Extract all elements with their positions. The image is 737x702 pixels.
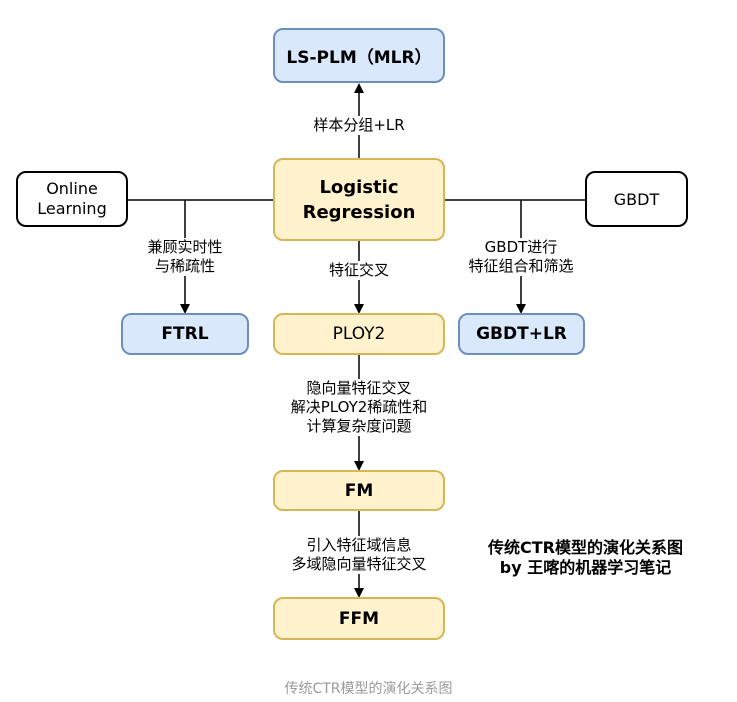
- edge-label-to-fm: 隐向量特征交叉 解决PLOY2稀疏性和 计算复杂度问题: [274, 379, 444, 436]
- node-ffm-label: FFM: [338, 608, 380, 629]
- node-logistic-regression-label: Logistic Regression: [302, 176, 416, 223]
- node-ploy2: PLOY2: [273, 313, 445, 355]
- node-gbdt-label: GBDT: [613, 189, 660, 209]
- node-ploy2-label: PLOY2: [332, 324, 386, 344]
- diagram-note: 传统CTR模型的演化关系图 by 王喀的机器学习笔记: [473, 538, 698, 578]
- node-ftrl: FTRL: [121, 313, 249, 355]
- node-online-learning-label: Online Learning: [37, 179, 107, 218]
- note-line-2: by 王喀的机器学习笔记: [499, 558, 672, 577]
- node-fm-label: FM: [344, 480, 374, 501]
- node-ffm: FFM: [273, 597, 445, 640]
- figure-caption: 传统CTR模型的演化关系图: [284, 681, 453, 697]
- node-gbdt-lr: GBDT+LR: [458, 313, 585, 355]
- node-ls-plm-label: LS-PLM（MLR）: [286, 48, 432, 68]
- node-gbdt-lr-label: GBDT+LR: [476, 324, 567, 344]
- note-line-1: 传统CTR模型的演化关系图: [488, 538, 683, 557]
- node-online-learning: Online Learning: [16, 171, 128, 227]
- edge-label-to-ploy2: 特征交叉: [319, 261, 399, 280]
- node-fm: FM: [273, 470, 445, 511]
- edge-label-to-ls-plm: 样本分组+LR: [304, 116, 414, 135]
- edge-label-to-gbdt-lr: GBDT进行 特征组合和筛选: [458, 238, 584, 276]
- node-ftrl-label: FTRL: [161, 324, 209, 344]
- node-logistic-regression: Logistic Regression: [273, 158, 445, 241]
- node-gbdt: GBDT: [585, 171, 688, 227]
- edge-label-to-ffm: 引入特征域信息 多域隐向量特征交叉: [280, 536, 438, 574]
- node-ls-plm: LS-PLM（MLR）: [273, 28, 445, 83]
- diagram-canvas: LS-PLM（MLR） 样本分组+LR Logistic Regression …: [8, 15, 720, 663]
- edge-label-to-ftrl: 兼顾实时性 与稀疏性: [138, 238, 232, 276]
